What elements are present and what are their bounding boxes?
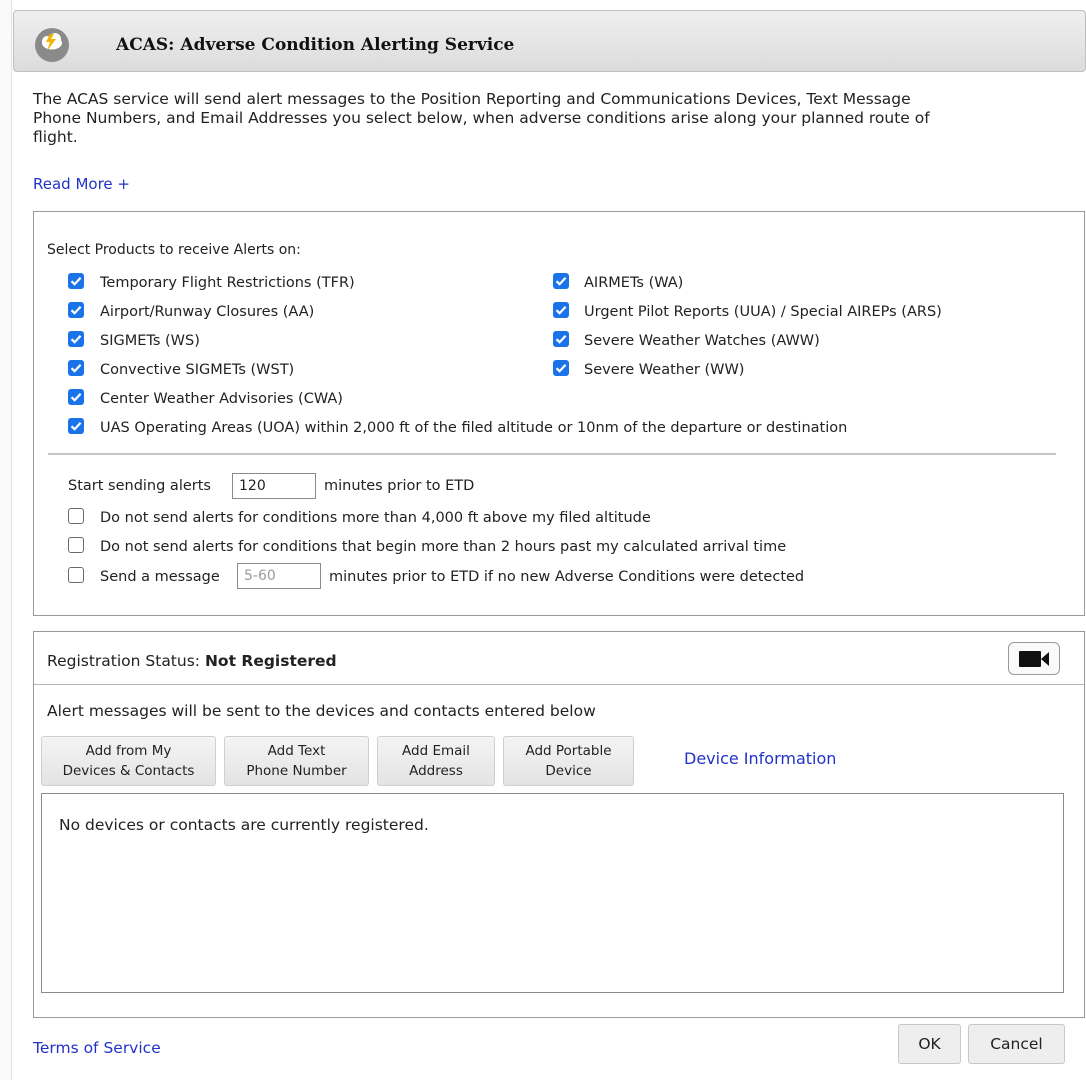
acas-dialog: ACAS: Adverse Condition Alerting Service…: [13, 10, 1086, 1080]
product-label-wa: AIRMETs (WA): [584, 275, 684, 291]
registered-devices-list: No devices or contacts are currently reg…: [41, 793, 1064, 993]
button-line: Add Portable: [525, 743, 612, 759]
cancel-button[interactable]: Cancel: [968, 1024, 1065, 1064]
intro-line: flight.: [33, 128, 78, 146]
product-label-aa: Airport/Runway Closures (AA): [100, 304, 315, 320]
read-more-link[interactable]: Read More +: [33, 175, 130, 193]
terms-of-service-link[interactable]: Terms of Service: [33, 1039, 161, 1057]
intro-text: The ACAS service will send alert message…: [33, 90, 1073, 147]
empty-devices-message: No devices or contacts are currently reg…: [59, 816, 429, 834]
send-message-prefix: Send a message: [100, 569, 220, 585]
button-line: Address: [409, 763, 463, 779]
start-alerts-suffix: minutes prior to ETD: [324, 478, 475, 494]
add-from-devices-button[interactable]: Add from My Devices & Contacts: [41, 736, 216, 786]
product-label-aww: Severe Weather Watches (AWW): [584, 333, 820, 349]
video-tutorial-button[interactable]: [1008, 642, 1060, 675]
altitude-limit-label: Do not send alerts for conditions more t…: [100, 510, 651, 526]
checkbox-ww[interactable]: [553, 360, 569, 376]
products-panel: Select Products to receive Alerts on: Te…: [33, 211, 1085, 616]
start-alerts-minutes-input[interactable]: [232, 473, 316, 499]
checkbox-wa[interactable]: [553, 273, 569, 289]
button-line: Device: [545, 763, 592, 779]
button-line: Devices & Contacts: [62, 763, 195, 779]
button-line: Add Email: [402, 743, 470, 759]
checkbox-wst[interactable]: [68, 360, 84, 376]
video-camera-icon: [1019, 651, 1049, 667]
arrival-limit-label: Do not send alerts for conditions that b…: [100, 539, 787, 555]
add-portable-device-button[interactable]: Add Portable Device: [503, 736, 634, 786]
registration-status-label: Registration Status:: [47, 652, 201, 670]
product-label-wst: Convective SIGMETs (WST): [100, 362, 295, 378]
product-label-tfr: Temporary Flight Restrictions (TFR): [100, 275, 355, 291]
checkbox-aww[interactable]: [553, 331, 569, 347]
checkbox-send-message[interactable]: [68, 567, 84, 583]
dialog-title: ACAS: Adverse Condition Alerting Service: [116, 35, 515, 55]
product-label-uoa: UAS Operating Areas (UOA) within 2,000 f…: [100, 420, 848, 436]
checkbox-arrival-limit[interactable]: [68, 537, 84, 553]
intro-line: The ACAS service will send alert message…: [33, 90, 911, 108]
product-label-ww: Severe Weather (WW): [584, 362, 745, 378]
registration-divider: [34, 684, 1084, 685]
button-line: Phone Number: [246, 763, 347, 779]
add-text-phone-button[interactable]: Add Text Phone Number: [224, 736, 369, 786]
products-heading: Select Products to receive Alerts on:: [47, 242, 301, 258]
registration-status: Registration Status: Not Registered: [47, 652, 337, 670]
registration-panel: Registration Status: Not Registered Aler…: [33, 631, 1085, 1018]
checkbox-uoa[interactable]: [68, 418, 84, 434]
button-line: Add from My: [85, 743, 172, 759]
dialog-titlebar: ACAS: Adverse Condition Alerting Service: [13, 10, 1086, 72]
alert-destination-text: Alert messages will be sent to the devic…: [47, 702, 596, 720]
checkbox-cwa[interactable]: [68, 389, 84, 405]
intro-line: Phone Numbers, and Email Addresses you s…: [33, 109, 930, 127]
send-message-suffix: minutes prior to ETD if no new Adverse C…: [329, 569, 805, 585]
device-information-link[interactable]: Device Information: [684, 749, 836, 768]
send-message-minutes-input[interactable]: [237, 563, 321, 589]
button-line: Add Text: [267, 743, 326, 759]
checkbox-aa[interactable]: [68, 302, 84, 318]
add-email-button[interactable]: Add Email Address: [377, 736, 495, 786]
product-label-uua: Urgent Pilot Reports (UUA) / Special AIR…: [584, 304, 942, 320]
weather-alert-icon: [34, 27, 70, 63]
product-label-ws: SIGMETs (WS): [100, 333, 200, 349]
ok-button[interactable]: OK: [898, 1024, 961, 1064]
start-alerts-prefix: Start sending alerts: [68, 478, 211, 494]
products-divider: [48, 453, 1056, 455]
product-label-cwa: Center Weather Advisories (CWA): [100, 391, 343, 407]
checkbox-tfr[interactable]: [68, 273, 84, 289]
registration-status-value: Not Registered: [204, 652, 337, 670]
checkbox-uua[interactable]: [553, 302, 569, 318]
checkbox-altitude-limit[interactable]: [68, 508, 84, 524]
window-left-edge: [0, 0, 12, 1080]
checkbox-ws[interactable]: [68, 331, 84, 347]
